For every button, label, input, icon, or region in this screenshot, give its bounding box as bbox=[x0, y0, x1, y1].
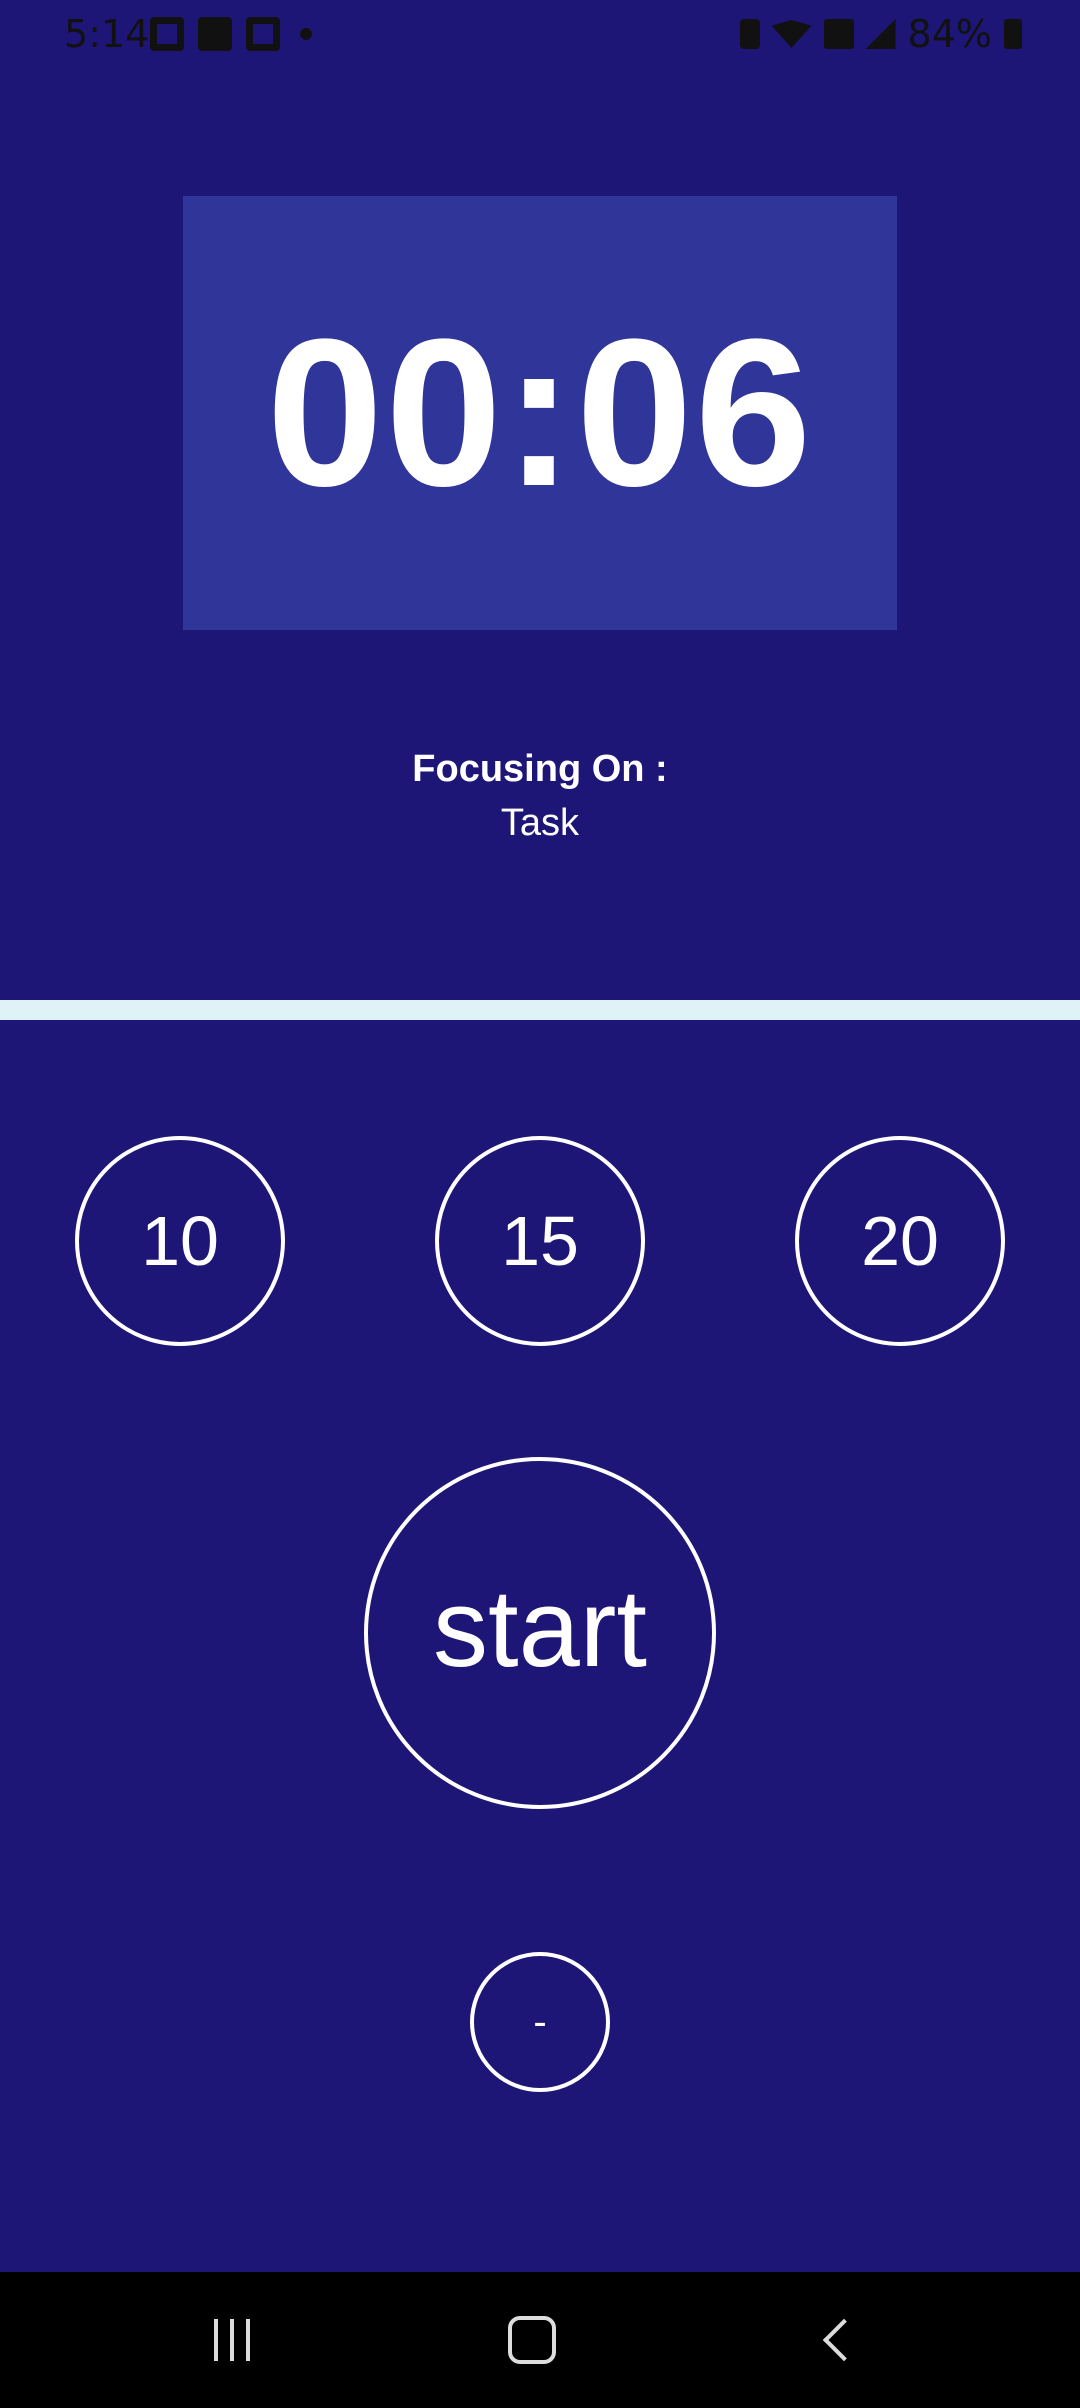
wifi-icon bbox=[771, 20, 812, 48]
back-button[interactable] bbox=[738, 2272, 938, 2408]
preset-20-button[interactable]: 20 bbox=[795, 1136, 1005, 1346]
recents-button[interactable] bbox=[132, 2272, 332, 2408]
dot-icon bbox=[300, 28, 312, 40]
gallery-icon bbox=[150, 17, 184, 51]
back-icon bbox=[822, 2318, 866, 2362]
focus-label: Focusing On : bbox=[412, 748, 668, 790]
recents-icon bbox=[214, 2319, 250, 2361]
battery-icon bbox=[1004, 19, 1022, 49]
navigation-bar bbox=[0, 2272, 1080, 2408]
system-status-icons: 84% bbox=[739, 12, 1022, 56]
preset-10-button[interactable]: 10 bbox=[75, 1136, 285, 1346]
divider bbox=[0, 1000, 1080, 1020]
battery-saver-icon bbox=[739, 19, 760, 49]
status-time: 5:14 bbox=[64, 12, 150, 56]
timer-text: 00:06 bbox=[266, 295, 814, 530]
linkedin-icon bbox=[198, 17, 232, 51]
timer-display: 00:06 bbox=[183, 196, 897, 630]
signal-icon bbox=[865, 19, 896, 49]
focus-task: Task bbox=[500, 802, 580, 844]
home-button[interactable] bbox=[432, 2272, 632, 2408]
calendar-icon bbox=[246, 17, 280, 51]
minus-button[interactable]: - bbox=[470, 1952, 610, 2092]
battery-percent: 84% bbox=[907, 12, 992, 56]
start-button[interactable]: start bbox=[364, 1457, 716, 1809]
home-icon bbox=[508, 2316, 556, 2364]
preset-15-button[interactable]: 15 bbox=[435, 1136, 645, 1346]
status-bar: 5:14 84% bbox=[0, 0, 1080, 70]
volte-icon bbox=[823, 19, 854, 49]
notification-icons bbox=[150, 16, 312, 52]
